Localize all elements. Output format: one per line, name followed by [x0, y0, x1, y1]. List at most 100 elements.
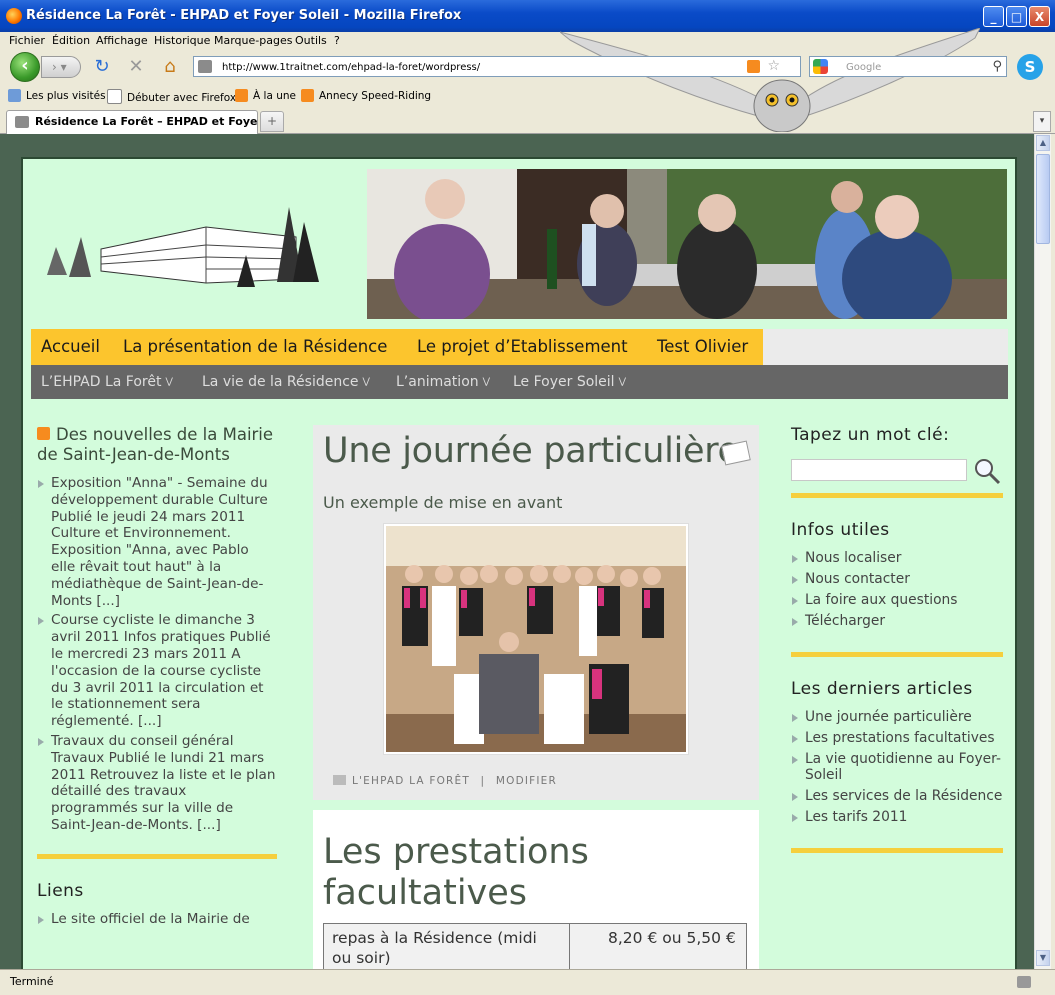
search-box[interactable]: Google ⚲	[809, 56, 1007, 77]
info-link[interactable]: Nous contacter	[791, 571, 1003, 588]
google-icon[interactable]	[813, 59, 828, 74]
post-subtitle: Un exemple de mise en avant	[323, 493, 563, 512]
links-title: Liens	[37, 880, 84, 901]
scroll-down-icon[interactable]: ▼	[1036, 950, 1050, 966]
divider	[791, 493, 1003, 498]
nav-accueil[interactable]: Accueil	[41, 337, 100, 356]
post-category[interactable]: L'EHPAD LA FORÊT	[352, 775, 470, 787]
feed-item[interactable]: Exposition "Anna" - Semaine du développe…	[37, 475, 277, 609]
bookmark-label: Annecy Speed-Riding	[319, 90, 432, 102]
rss-icon[interactable]	[37, 427, 50, 440]
article-link[interactable]: Les prestations facultatives	[791, 730, 1003, 747]
info-link[interactable]: Télécharger	[791, 613, 1003, 630]
back-button[interactable]: ‹	[10, 52, 40, 82]
bookmark-label: À la une	[253, 90, 296, 102]
menu-outils[interactable]: Outils	[295, 34, 327, 47]
divider	[791, 651, 1003, 657]
article-link[interactable]: La vie quotidienne au Foyer-Soleil	[791, 751, 1003, 784]
bookmark-getting-started[interactable]: Débuter avec Firefox	[107, 89, 236, 104]
scroll-up-icon[interactable]: ▲	[1036, 135, 1050, 151]
feed-item[interactable]: Travaux du conseil général Travaux Publi…	[37, 733, 277, 834]
subnav-foyer[interactable]: Le Foyer Soleil ⋁	[513, 374, 626, 390]
menu-fichier[interactable]: Fichier	[9, 34, 45, 47]
search-icon[interactable]: ⚲	[992, 57, 1002, 76]
url-bar[interactable]: http://www.1traitnet.com/ehpad-la-foret/…	[193, 56, 801, 77]
article-link[interactable]: Les tarifs 2011	[791, 809, 1003, 826]
url-text: http://www.1traitnet.com/ehpad-la-foret/…	[222, 62, 481, 73]
bookmark-star-icon[interactable]: ☆	[767, 57, 780, 76]
residence-logo	[47, 207, 319, 287]
subnav-label: L’EHPAD La Forêt	[41, 374, 162, 390]
tab-residence[interactable]: Résidence La Forêt – EHPAD et Foyer...	[6, 110, 258, 134]
nav-presentation[interactable]: La présentation de la Résidence	[123, 337, 387, 356]
home-icon[interactable]: ⌂	[159, 56, 181, 78]
left-sidebar: Des nouvelles de la Mairie de Saint-Jean…	[37, 425, 277, 931]
rss-icon	[235, 89, 248, 102]
vertical-scrollbar[interactable]: ▲ ▼	[1034, 134, 1051, 969]
skype-icon[interactable]: S	[1017, 54, 1043, 80]
search-icon[interactable]	[973, 457, 1001, 485]
residents-banner-photo	[367, 169, 1007, 319]
subnav-label: L’animation	[396, 374, 479, 390]
page-viewport: Accueil La présentation de la Résidence …	[0, 134, 1034, 969]
menu-marque-pages[interactable]: Marque-pages	[214, 34, 292, 47]
bookmark-folder-icon	[8, 89, 21, 102]
post-featured: Une journée particulière Un exemple de m…	[313, 425, 759, 800]
article-link[interactable]: Les services de la Résidence	[791, 788, 1003, 805]
rss-icon	[301, 89, 314, 102]
main-navigation: Accueil La présentation de la Résidence …	[31, 329, 1008, 365]
infos-title: Infos utiles	[791, 520, 890, 540]
feed-item[interactable]: Course cycliste le dimanche 3 avril 2011…	[37, 612, 277, 730]
minimize-button[interactable]: _	[983, 6, 1004, 27]
addon-icon[interactable]	[1017, 976, 1031, 988]
table-cell-price: 8,20 € ou 5,50 €	[569, 923, 747, 969]
stop-icon[interactable]: ✕	[125, 56, 147, 78]
articles-list: Une journée particulière Les prestations…	[791, 709, 1003, 826]
bookmark-annecy[interactable]: Annecy Speed-Riding	[301, 89, 431, 102]
feed-title[interactable]: Des nouvelles de la Mairie de Saint-Jean…	[37, 425, 277, 465]
menu-historique[interactable]: Historique	[154, 34, 210, 47]
new-tab-button[interactable]: +	[260, 111, 284, 132]
article-link[interactable]: Une journée particulière	[791, 709, 1003, 726]
site-search-input[interactable]	[791, 459, 967, 481]
maximize-button[interactable]: □	[1006, 6, 1027, 27]
tab-list-button[interactable]: ▾	[1033, 111, 1051, 132]
rss-icon[interactable]	[747, 60, 760, 73]
close-button[interactable]: X	[1029, 6, 1050, 27]
info-link[interactable]: La foire aux questions	[791, 592, 1003, 609]
table-cell-label: repas à la Résidence (midi ou soir)	[323, 923, 570, 969]
feed-title-text: Des nouvelles de la Mairie de Saint-Jean…	[37, 425, 274, 464]
prices-table: repas à la Résidence (midi ou soir) 8,20…	[323, 923, 747, 969]
link-item[interactable]: Le site officiel de la Mairie de	[37, 911, 277, 928]
post-title[interactable]: Une journée particulière	[323, 431, 739, 471]
subnav-animation[interactable]: L’animation ⋁	[396, 374, 490, 390]
price-text: 8,20 € ou 5,50 €	[608, 929, 736, 947]
window-title: Résidence La Forêt - EHPAD et Foyer Sole…	[26, 8, 462, 23]
subnav-ehpad[interactable]: L’EHPAD La Forêt ⋁	[41, 374, 173, 390]
forward-button[interactable]: › ▾	[41, 56, 81, 78]
right-sidebar: Tapez un mot clé: Infos utiles Nous loca…	[791, 425, 1003, 853]
nav-test-olivier[interactable]: Test Olivier	[657, 337, 748, 356]
chevron-down-icon: ⋁	[618, 377, 626, 387]
edit-link[interactable]: MODIFIER	[496, 775, 557, 787]
bookmark-label: Débuter avec Firefox	[127, 92, 237, 104]
bookmark-headlines[interactable]: À la une	[235, 89, 296, 102]
chevron-down-icon: ⋁	[165, 377, 173, 387]
menu-edition[interactable]: Édition	[52, 34, 90, 47]
tab-favicon-icon	[15, 116, 29, 128]
sticky-note-icon	[721, 440, 751, 466]
info-link[interactable]: Nous localiser	[791, 550, 1003, 567]
post-title[interactable]: Les prestations facultatives	[323, 832, 623, 914]
nav-projet[interactable]: Le projet d’Etablissement	[417, 337, 628, 356]
subnav-vie[interactable]: La vie de la Résidence ⋁	[202, 374, 370, 390]
bookmark-most-visited[interactable]: Les plus visités	[8, 89, 106, 102]
links-list: Le site officiel de la Mairie de	[37, 911, 277, 928]
scroll-thumb[interactable]	[1036, 154, 1050, 244]
site-page: Accueil La présentation de la Résidence …	[21, 157, 1017, 969]
divider	[37, 853, 277, 859]
search-title: Tapez un mot clé:	[791, 425, 950, 445]
menu-help[interactable]: ?	[334, 34, 340, 47]
title-bar: Résidence La Forêt - EHPAD et Foyer Sole…	[0, 0, 1055, 32]
menu-affichage[interactable]: Affichage	[96, 34, 148, 47]
reload-icon[interactable]: ↻	[91, 56, 113, 78]
